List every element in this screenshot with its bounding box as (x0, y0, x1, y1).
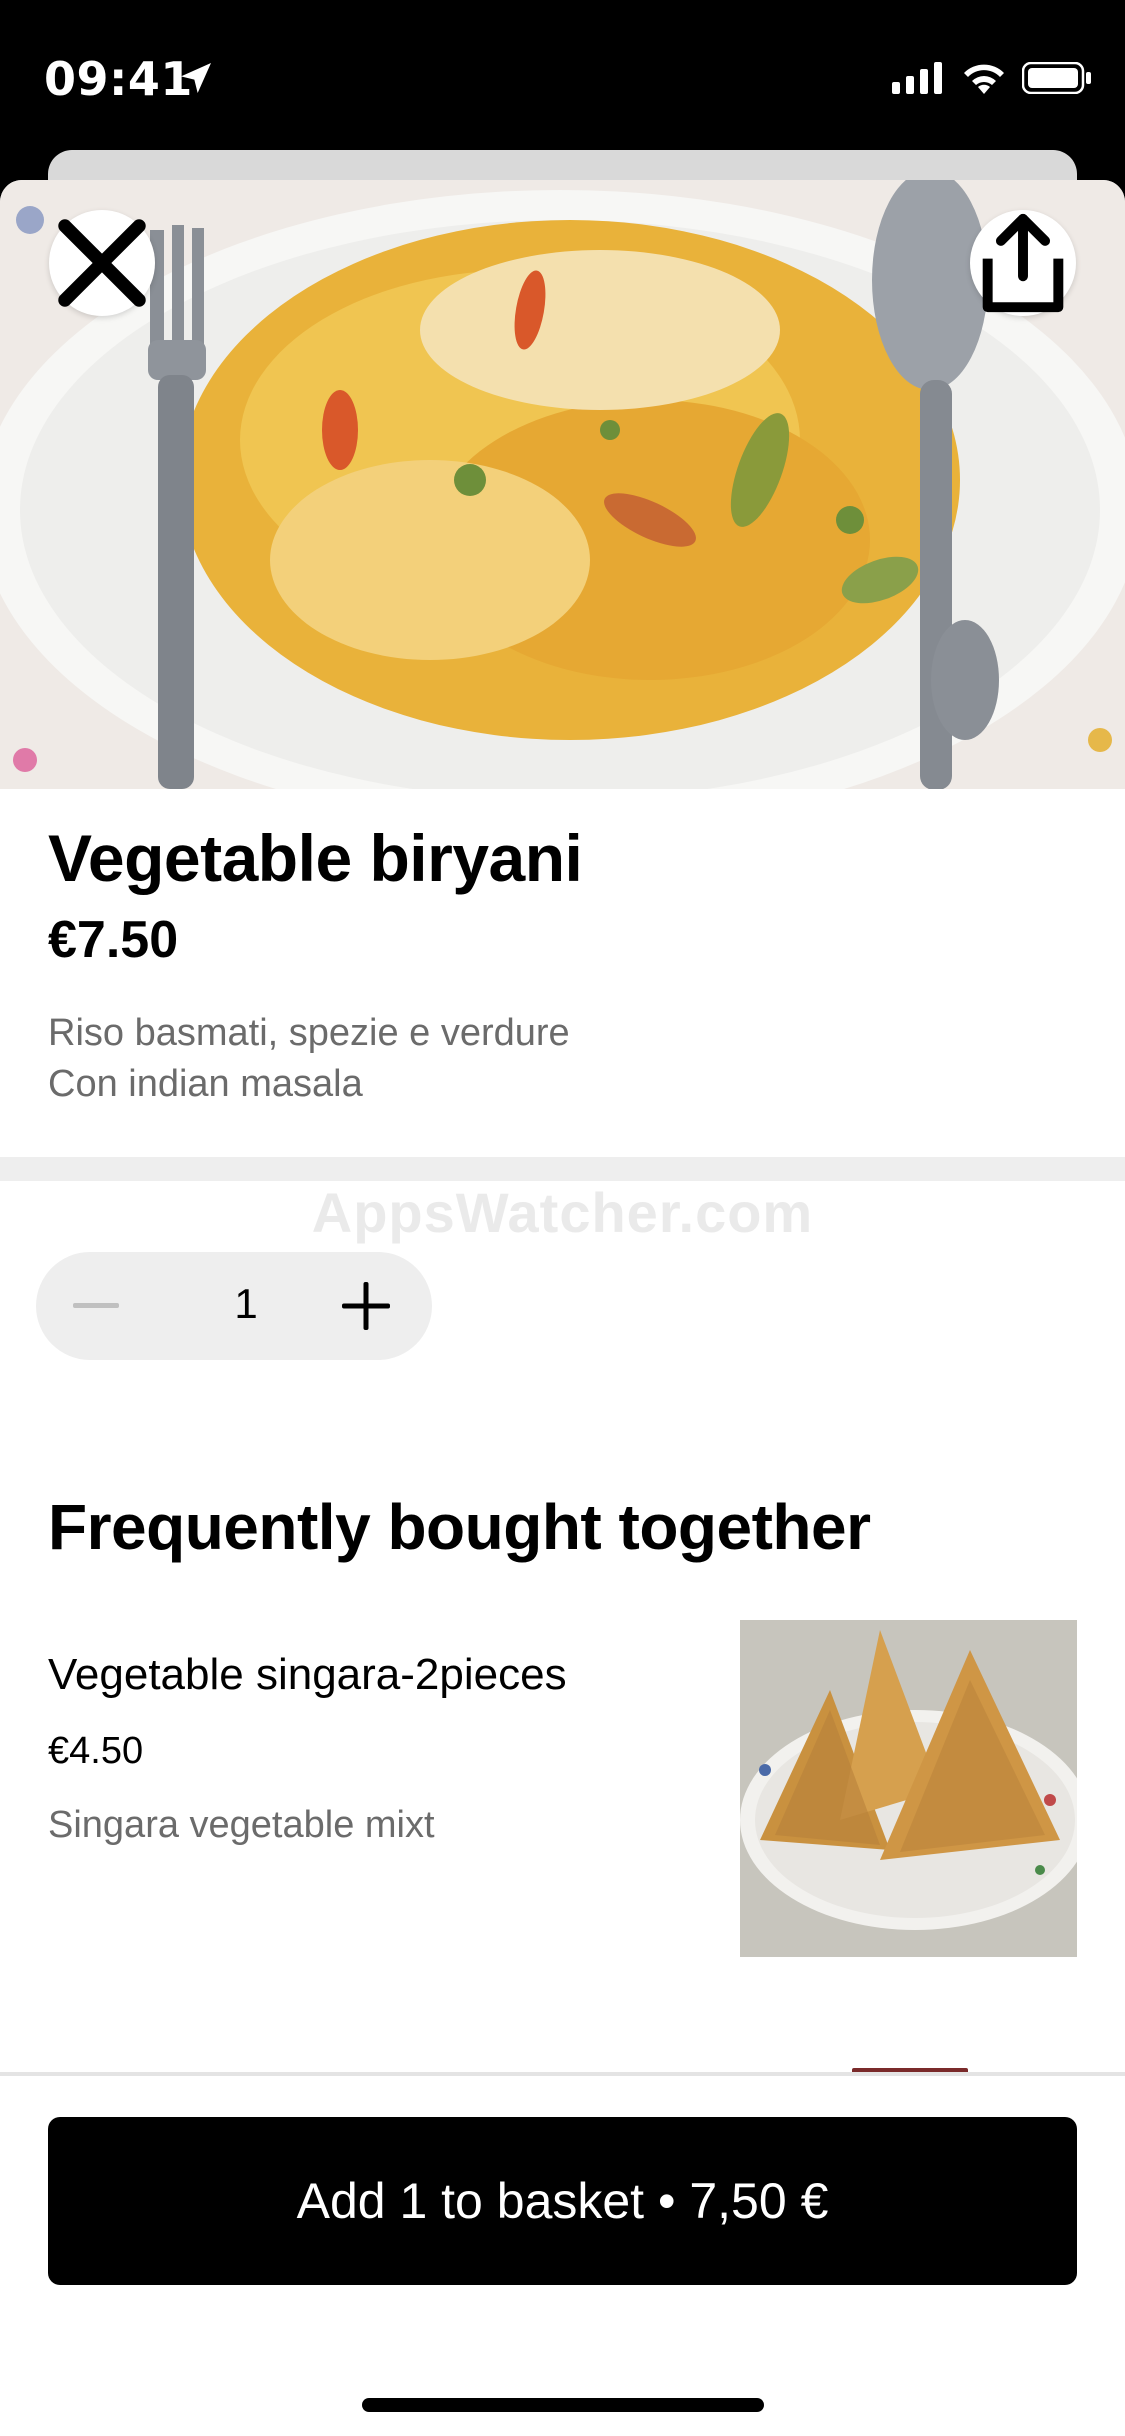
item-title: Vegetable biryani (48, 821, 583, 895)
plus-icon (342, 1282, 390, 1330)
recommended-item-description: Singara vegetable mixt (48, 1804, 435, 1846)
recommended-item-price: €4.50 (48, 1730, 144, 1772)
section-divider (0, 1157, 1125, 1181)
quantity-stepper: 1 (36, 1252, 432, 1360)
footer-divider (0, 2072, 1125, 2076)
status-bar: 09:41 (0, 0, 1125, 150)
decrease-quantity-button[interactable] (66, 1276, 126, 1336)
cellular-signal-icon (892, 62, 942, 94)
item-description: Riso basmati, spezie e verdure Con india… (48, 1008, 570, 1110)
home-indicator[interactable] (362, 2398, 764, 2412)
recommendations-title: Frequently bought together (48, 1491, 871, 1563)
item-description-line-1: Riso basmati, spezie e verdure (48, 1012, 570, 1054)
item-price: €7.50 (48, 911, 179, 969)
recommended-item-name: Vegetable singara-2pieces (48, 1650, 567, 1699)
location-arrow-icon (181, 63, 211, 93)
item-hero-image (0, 180, 1125, 789)
minus-icon (73, 1303, 119, 1308)
share-button[interactable] (970, 210, 1076, 316)
wifi-icon (964, 64, 1004, 94)
quantity-value: 1 (234, 1280, 258, 1327)
close-button[interactable] (49, 210, 155, 316)
item-description-line-2: Con indian masala (48, 1063, 363, 1105)
status-time: 09:41 (44, 52, 193, 106)
share-icon (982, 213, 1064, 313)
item-detail-sheet: Vegetable biryani €7.50 Riso basmati, sp… (0, 180, 1125, 2436)
close-icon (58, 219, 146, 307)
recommended-item-image (740, 1620, 1077, 1957)
watermark: AppsWatcher.com (311, 1181, 814, 1244)
add-to-basket-button[interactable]: Add 1 to basket • 7,50 € (48, 2117, 1077, 2285)
battery-icon (1022, 62, 1091, 94)
increase-quantity-button[interactable] (336, 1276, 396, 1336)
recommended-item[interactable]: Vegetable singara-2pieces €4.50 Singara … (0, 1620, 1125, 2010)
